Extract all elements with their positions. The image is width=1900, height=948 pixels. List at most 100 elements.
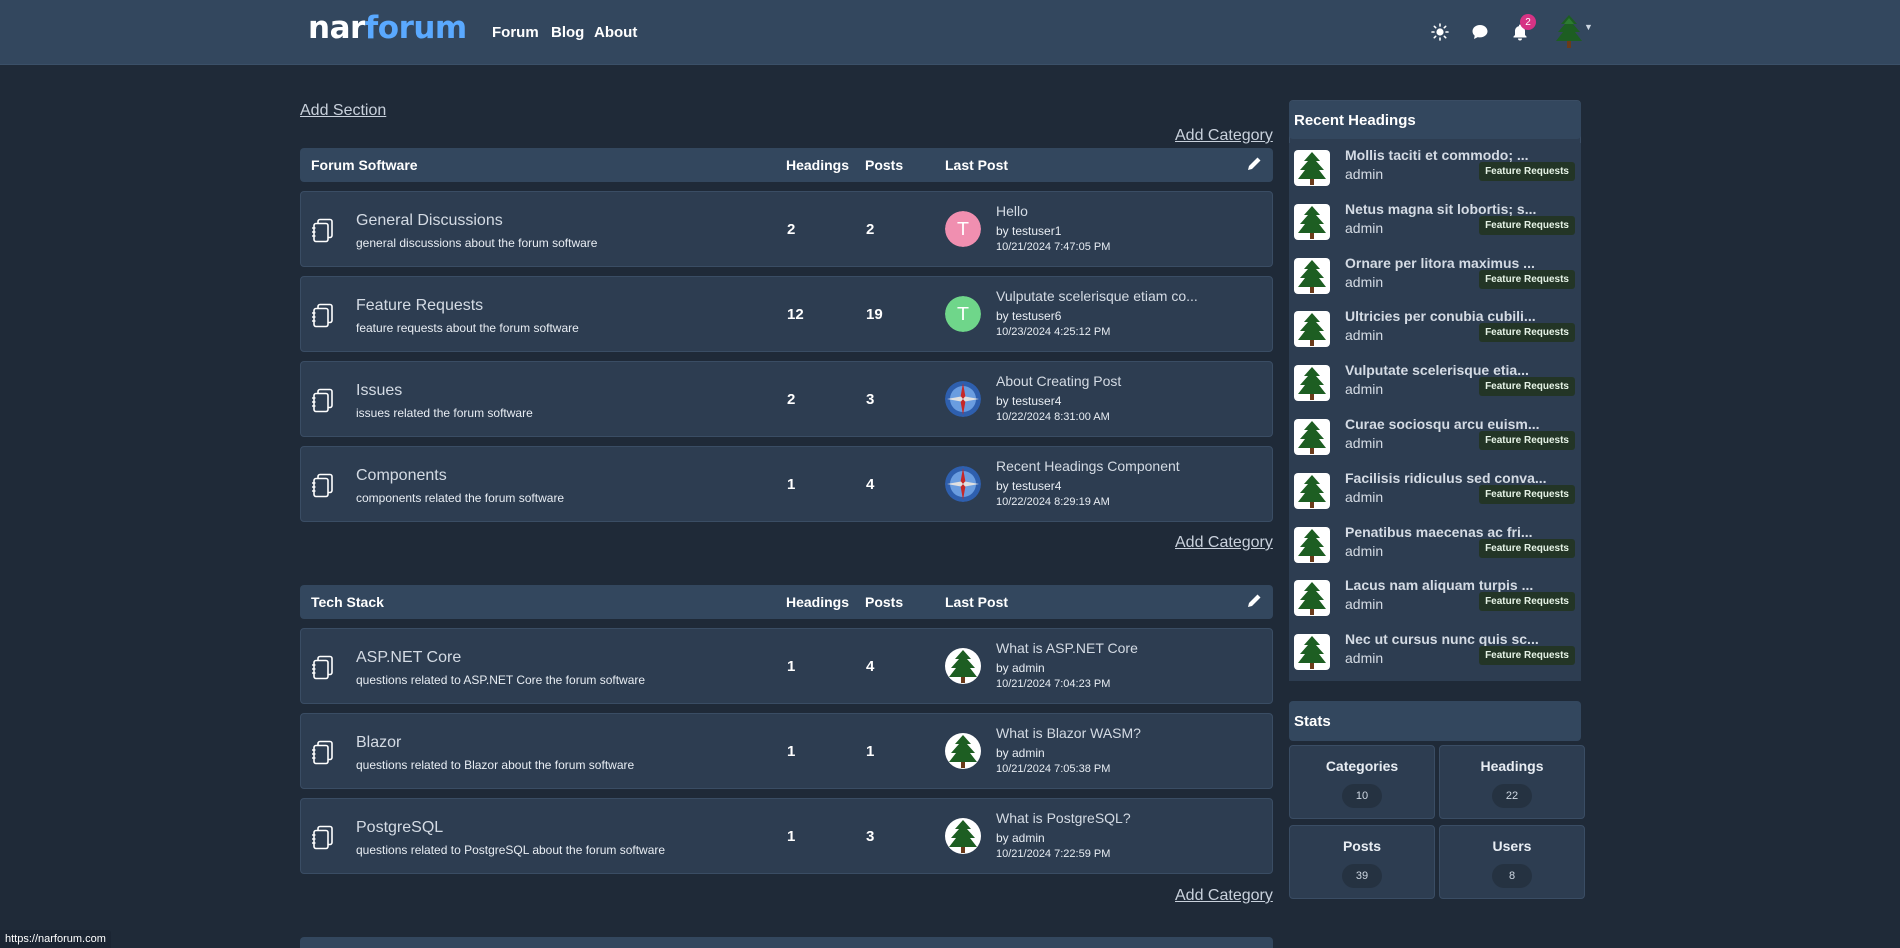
posts-count: 19 <box>866 306 883 323</box>
pages-icon <box>311 473 335 504</box>
recent-heading-item[interactable]: Lacus nam aliquam turpis ... admin Feature… <box>1289 573 1581 628</box>
recent-heading-title-link[interactable]: Ornare per litora maximus ... <box>1345 255 1535 271</box>
category-tag-badge[interactable]: Feature Requests <box>1479 162 1575 181</box>
category-row[interactable]: Components components related the forum … <box>300 446 1273 522</box>
recent-heading-title-link[interactable]: Penatibus maecenas ac fri... <box>1345 524 1533 540</box>
recent-heading-title-link[interactable]: Ultricies per conubia cubili... <box>1345 308 1536 324</box>
column-last-post: Last Post <box>945 594 1009 610</box>
stat-value-pill: 8 <box>1492 864 1532 888</box>
category-title-link[interactable]: Blazor <box>356 734 401 752</box>
recent-heading-item[interactable]: Nec ut cursus nunc quis sc... admin Featur… <box>1289 627 1581 682</box>
category-row[interactable]: Feature Requests feature requests about … <box>300 276 1273 352</box>
user-avatar-tree-icon[interactable] <box>1553 14 1585 50</box>
tree-avatar <box>1294 150 1330 186</box>
recent-heading-author: admin <box>1345 219 1384 236</box>
chat-icon[interactable] <box>1468 20 1492 44</box>
recent-heading-author: admin <box>1345 488 1384 505</box>
category-title-link[interactable]: Components <box>356 467 447 485</box>
last-post-title-link[interactable]: What is PostgreSQL? <box>996 810 1131 826</box>
category-description: general discussions about the forum soft… <box>356 236 598 250</box>
category-description: questions related to Blazor about the fo… <box>356 758 635 772</box>
chevron-down-icon[interactable]: ▼ <box>1584 22 1593 32</box>
last-post-date: 10/22/2024 8:29:19 AM <box>996 496 1110 508</box>
category-title-link[interactable]: PostgreSQL <box>356 819 443 837</box>
add-category-link[interactable]: Add Category <box>1175 534 1273 552</box>
category-tag-badge[interactable]: Feature Requests <box>1479 646 1575 666</box>
recent-heading-title-link[interactable]: Nec ut cursus nunc quis sc... <box>1345 631 1539 647</box>
category-title-link[interactable]: Feature Requests <box>356 297 483 315</box>
recent-heading-item[interactable]: Vulputate scelerisque etia... admin Featur… <box>1289 358 1581 413</box>
recent-heading-title-link[interactable]: Facilisis ridiculus sed conva... <box>1345 470 1547 486</box>
category-tag-badge[interactable]: Feature Requests <box>1479 269 1575 289</box>
recent-heading-item[interactable]: Ornare per litora maximus ... admin Featur… <box>1289 250 1581 305</box>
last-post-title-link[interactable]: What is Blazor WASM? <box>996 725 1141 741</box>
last-post-title-link[interactable]: About Creating Post <box>996 373 1121 389</box>
column-headings: Headings <box>786 594 850 610</box>
panel-title: Recent Headings <box>1294 112 1416 129</box>
category-tag-badge[interactable]: Feature Requests <box>1479 592 1575 612</box>
notification-count-badge: 2 <box>1520 14 1536 30</box>
tree-avatar <box>945 733 981 769</box>
category-row[interactable]: Issues issues related the forum software… <box>300 361 1273 437</box>
column-last-post: Last Post <box>945 157 1009 173</box>
tree-avatar <box>1294 526 1330 563</box>
recent-heading-title-link[interactable]: Netus magna sit lobortis; s... <box>1345 201 1536 217</box>
recent-heading-author: admin <box>1345 327 1384 344</box>
last-post-author: by admin <box>996 746 1045 760</box>
recent-heading-author: admin <box>1345 650 1384 667</box>
recent-heading-item[interactable]: Facilisis ridiculus sed conva... admin Fea… <box>1289 465 1581 520</box>
stat-posts: Posts 39 <box>1289 825 1435 899</box>
nav-link-forum[interactable]: Forum <box>492 24 539 41</box>
column-headings: Headings <box>786 157 850 173</box>
tree-avatar <box>1294 203 1330 240</box>
recent-heading-item[interactable]: Penatibus maecenas ac fri... admin Feature… <box>1289 519 1581 574</box>
category-title-link[interactable]: Issues <box>356 382 402 400</box>
edit-pencil-icon[interactable] <box>1246 593 1262 612</box>
nav-link-blog[interactable]: Blog <box>551 24 584 41</box>
add-category-link[interactable]: Add Category <box>1175 127 1273 145</box>
category-title-link[interactable]: ASP.NET Core <box>356 649 461 667</box>
compass-avatar <box>945 466 981 502</box>
recent-heading-item[interactable]: Ultricies per conubia cubili... admin Feat… <box>1289 304 1581 359</box>
last-post-title-link[interactable]: Hello <box>996 203 1028 219</box>
recent-heading-item[interactable]: Curae sociosqu arcu euism... admin Feature… <box>1289 412 1581 466</box>
add-section-link[interactable]: Add Section <box>300 102 386 120</box>
category-tag-badge[interactable]: Feature Requests <box>1479 215 1575 235</box>
category-tag-badge[interactable]: Feature Requests <box>1479 377 1575 397</box>
headings-count: 2 <box>787 221 796 238</box>
tree-avatar <box>1294 419 1330 455</box>
recent-heading-item[interactable]: Mollis taciti et commodo; ... admin Featur… <box>1289 143 1581 197</box>
recent-heading-title-link[interactable]: Curae sociosqu arcu euism... <box>1345 416 1540 432</box>
pages-icon <box>311 740 335 771</box>
category-description: issues related the forum software <box>356 406 533 420</box>
sun-icon[interactable] <box>1428 20 1452 44</box>
posts-count: 2 <box>866 221 875 238</box>
last-post-title-link[interactable]: Vulputate scelerisque etiam co... <box>996 288 1198 304</box>
category-tag-badge[interactable]: Feature Requests <box>1479 538 1575 558</box>
recent-heading-title-link[interactable]: Lacus nam aliquam turpis ... <box>1345 577 1533 593</box>
recent-heading-title-link[interactable]: Vulputate scelerisque etia... <box>1345 362 1529 378</box>
category-row[interactable]: PostgreSQL questions related to PostgreS… <box>300 798 1273 874</box>
category-tag-badge[interactable]: Feature Requests <box>1479 484 1575 504</box>
top-navbar: narforum Forum Blog About 2 ▼ <box>0 0 1900 65</box>
category-title-link[interactable]: General Discussions <box>356 212 503 230</box>
next-section-header-partial <box>300 937 1273 948</box>
category-tag-badge[interactable]: Feature Requests <box>1479 323 1575 343</box>
brand-logo[interactable]: narforum <box>308 10 467 46</box>
recent-heading-title-link[interactable]: Mollis taciti et commodo; ... <box>1345 147 1529 163</box>
last-post-author: by admin <box>996 661 1045 675</box>
category-row[interactable]: ASP.NET Core questions related to ASP.NE… <box>300 628 1273 704</box>
last-post-title-link[interactable]: What is ASP.NET Core <box>996 640 1138 656</box>
category-row[interactable]: General Discussions general discussions … <box>300 191 1273 267</box>
last-post-title-link[interactable]: Recent Headings Component <box>996 458 1180 474</box>
category-tag-badge[interactable]: Feature Requests <box>1479 431 1575 450</box>
category-row[interactable]: Blazor questions related to Blazor about… <box>300 713 1273 789</box>
recent-heading-item[interactable]: Netus magna sit lobortis; s... admin Featu… <box>1289 196 1581 251</box>
column-posts: Posts <box>865 157 904 173</box>
add-category-link[interactable]: Add Category <box>1175 887 1273 905</box>
category-description: feature requests about the forum softwar… <box>356 321 579 335</box>
stat-categories: Categories 10 <box>1289 745 1435 819</box>
nav-link-about[interactable]: About <box>594 24 637 41</box>
edit-pencil-icon[interactable] <box>1246 156 1262 175</box>
posts-count: 3 <box>866 391 875 408</box>
